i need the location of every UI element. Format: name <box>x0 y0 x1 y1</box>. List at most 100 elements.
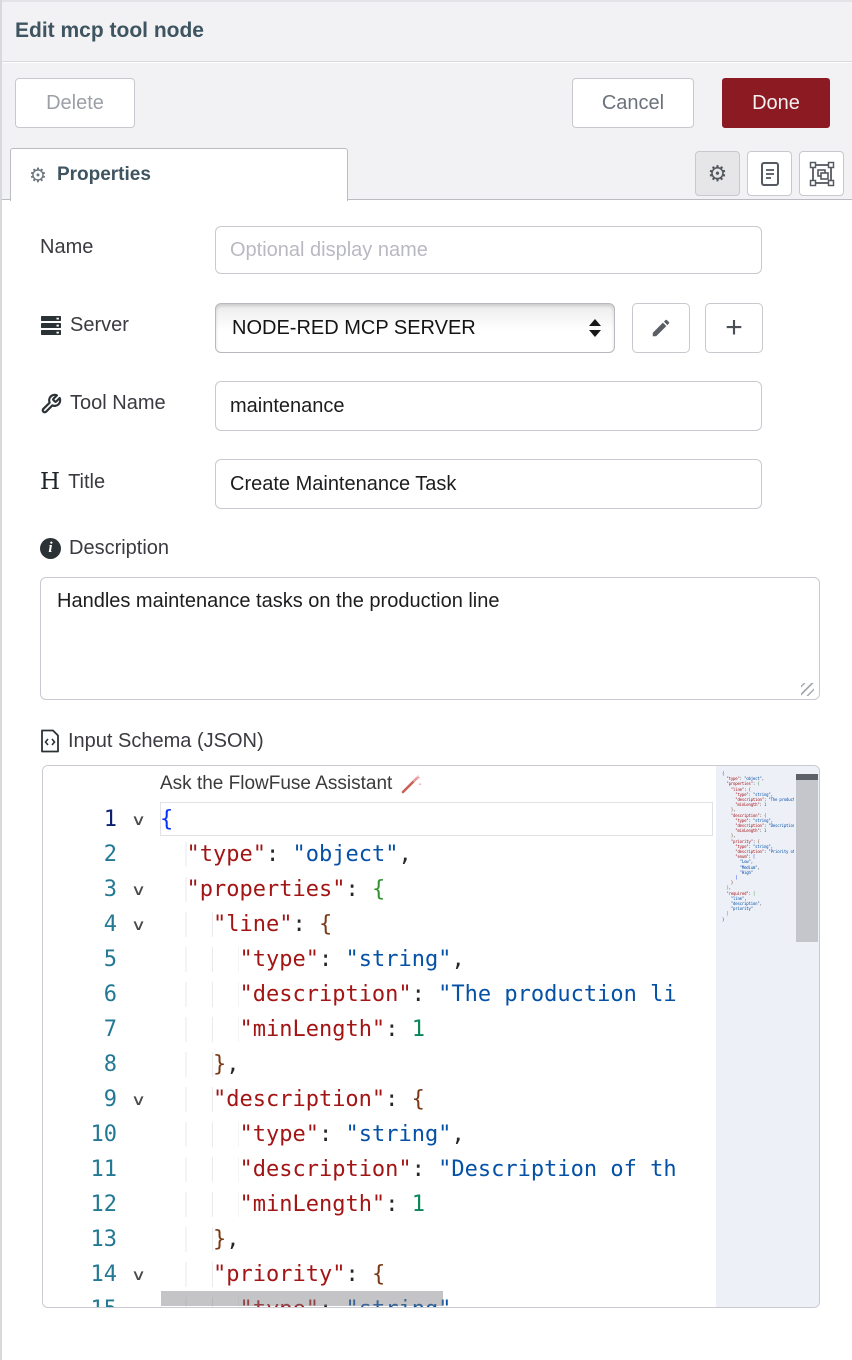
code-token: "minLength" <box>735 828 759 833</box>
input-schema-label-text: Input Schema (JSON) <box>68 730 264 753</box>
code-token: , <box>398 842 411 867</box>
code-token: : <box>345 1262 372 1287</box>
title-input[interactable] <box>215 459 762 509</box>
delete-button[interactable]: Delete <box>15 78 135 128</box>
code-line[interactable]: 6 "description": "The production li <box>43 977 716 1012</box>
code-token: "type" <box>239 947 318 972</box>
code-token: } <box>213 1227 226 1252</box>
code-line[interactable]: 7 "minLength": 1 <box>43 1012 716 1047</box>
code-token: : <box>385 1017 412 1042</box>
code-token: { <box>372 877 385 902</box>
code-token: "minLength" <box>239 1192 385 1217</box>
dialog-header: Edit mcp tool node <box>2 0 852 62</box>
file-code-icon <box>40 729 60 753</box>
code-token: "description" <box>239 982 411 1007</box>
minimap[interactable]: { "type": "object", "properties": { "lin… <box>716 766 820 1308</box>
fold-chevron-icon[interactable]: ∨ <box>106 916 171 934</box>
code-line[interactable]: 3∨ "properties": { <box>43 872 716 907</box>
code-token: "Description of the de <box>768 823 794 828</box>
line-number: 13 <box>43 1227 117 1252</box>
server-select[interactable]: NODE-RED MCP SERVER <box>215 303 615 353</box>
code-line[interactable]: 12 "minLength": 1 <box>43 1187 716 1222</box>
code-token: "Description of th <box>438 1157 676 1182</box>
code-token: "priority" <box>731 906 753 911</box>
vertical-scrollbar[interactable] <box>796 766 818 1308</box>
resize-handle[interactable] <box>801 683 814 696</box>
cancel-button[interactable]: Cancel <box>572 78 694 128</box>
plus-icon: + <box>725 311 743 345</box>
assistant-header[interactable]: Ask the FlowFuse Assistant <box>43 766 716 802</box>
code-token: [ <box>753 854 755 859</box>
name-label-text: Name <box>40 236 93 259</box>
code-line[interactable]: 8 }, <box>43 1047 716 1082</box>
code-area[interactable]: 1∨{2 "type": "object",3∨ "properties": {… <box>43 802 716 1308</box>
tab-properties[interactable]: ⚙ Properties <box>10 148 348 201</box>
magic-wand-icon <box>400 773 422 795</box>
fold-chevron-icon[interactable]: ∨ <box>106 811 171 829</box>
code-token: ] <box>735 875 737 880</box>
code-line[interactable]: 2 "type": "object", <box>43 837 716 872</box>
line-number: 6 <box>43 982 117 1007</box>
description-section-button[interactable] <box>747 151 792 196</box>
code-token: "description" <box>213 1087 385 1112</box>
code-line[interactable]: 13 }, <box>43 1222 716 1257</box>
code-token: , <box>226 1227 239 1252</box>
code-token: } <box>722 917 724 922</box>
code-line[interactable]: 5 "type": "string", <box>43 942 716 977</box>
code-line[interactable]: 14∨ "priority": { <box>43 1257 716 1292</box>
server-icon <box>40 315 62 336</box>
code-line-content: "description": "The production li <box>160 982 716 1007</box>
server-select-value: NODE-RED MCP SERVER <box>232 317 476 340</box>
code-token <box>722 859 740 864</box>
code-token: "object" <box>292 842 398 867</box>
name-label: Name <box>40 236 93 259</box>
properties-section-button[interactable]: ⚙ <box>695 151 740 196</box>
code-token: "line" <box>213 912 292 937</box>
code-token: "The production li <box>438 982 676 1007</box>
add-server-button[interactable]: + <box>705 303 763 353</box>
vertical-scrollbar-thumb[interactable] <box>796 774 818 942</box>
appearance-section-button[interactable] <box>799 151 844 196</box>
code-token: "minLength" <box>735 802 759 807</box>
code-line-content: "description": "Description of th <box>160 1157 716 1182</box>
description-textarea[interactable]: Handles maintenance tasks on the product… <box>40 577 820 700</box>
code-line-content: "minLength": 1 <box>160 1017 716 1042</box>
json-code-editor[interactable]: Ask the FlowFuse Assistant 1∨{2 "type": … <box>42 765 820 1308</box>
code-token <box>160 1052 213 1077</box>
info-icon: i <box>40 538 61 559</box>
done-button[interactable]: Done <box>722 78 830 128</box>
line-number: 5 <box>43 947 117 972</box>
code-token: } <box>731 880 733 885</box>
name-input[interactable] <box>215 226 762 274</box>
edit-server-button[interactable] <box>632 303 690 353</box>
code-token: 1 <box>764 828 766 833</box>
code-line[interactable]: 10 "type": "string", <box>43 1117 716 1152</box>
code-token <box>160 1192 239 1217</box>
code-token: , <box>762 776 764 781</box>
code-line[interactable]: 9∨ "description": { <box>43 1082 716 1117</box>
code-token: { <box>372 1262 385 1287</box>
gear-icon: ⚙ <box>708 161 728 187</box>
title-label: H Title <box>40 469 105 495</box>
code-token: "type" <box>187 842 266 867</box>
dialog-title: Edit mcp tool node <box>15 19 204 43</box>
tool-name-label-text: Tool Name <box>70 392 166 415</box>
code-token: 1 <box>764 802 766 807</box>
input-schema-label: Input Schema (JSON) <box>40 729 264 753</box>
code-token <box>160 1122 239 1147</box>
code-token: "string" <box>345 1122 451 1147</box>
code-token: : <box>345 877 372 902</box>
horizontal-scrollbar-thumb[interactable] <box>161 1291 443 1306</box>
fold-chevron-icon[interactable]: ∨ <box>106 1091 171 1109</box>
minimap-line: } <box>722 917 794 922</box>
code-line[interactable]: 4∨ "line": { <box>43 907 716 942</box>
code-line[interactable]: 1∨{ <box>43 802 716 837</box>
code-line-content: }, <box>160 1227 716 1252</box>
code-token: : <box>266 842 293 867</box>
tool-name-input[interactable] <box>215 381 762 431</box>
fold-chevron-icon[interactable]: ∨ <box>106 881 171 899</box>
code-line[interactable]: 11 "description": "Description of th <box>43 1152 716 1187</box>
code-token <box>160 1227 213 1252</box>
fold-chevron-icon[interactable]: ∨ <box>106 1266 171 1284</box>
code-token <box>722 839 731 844</box>
